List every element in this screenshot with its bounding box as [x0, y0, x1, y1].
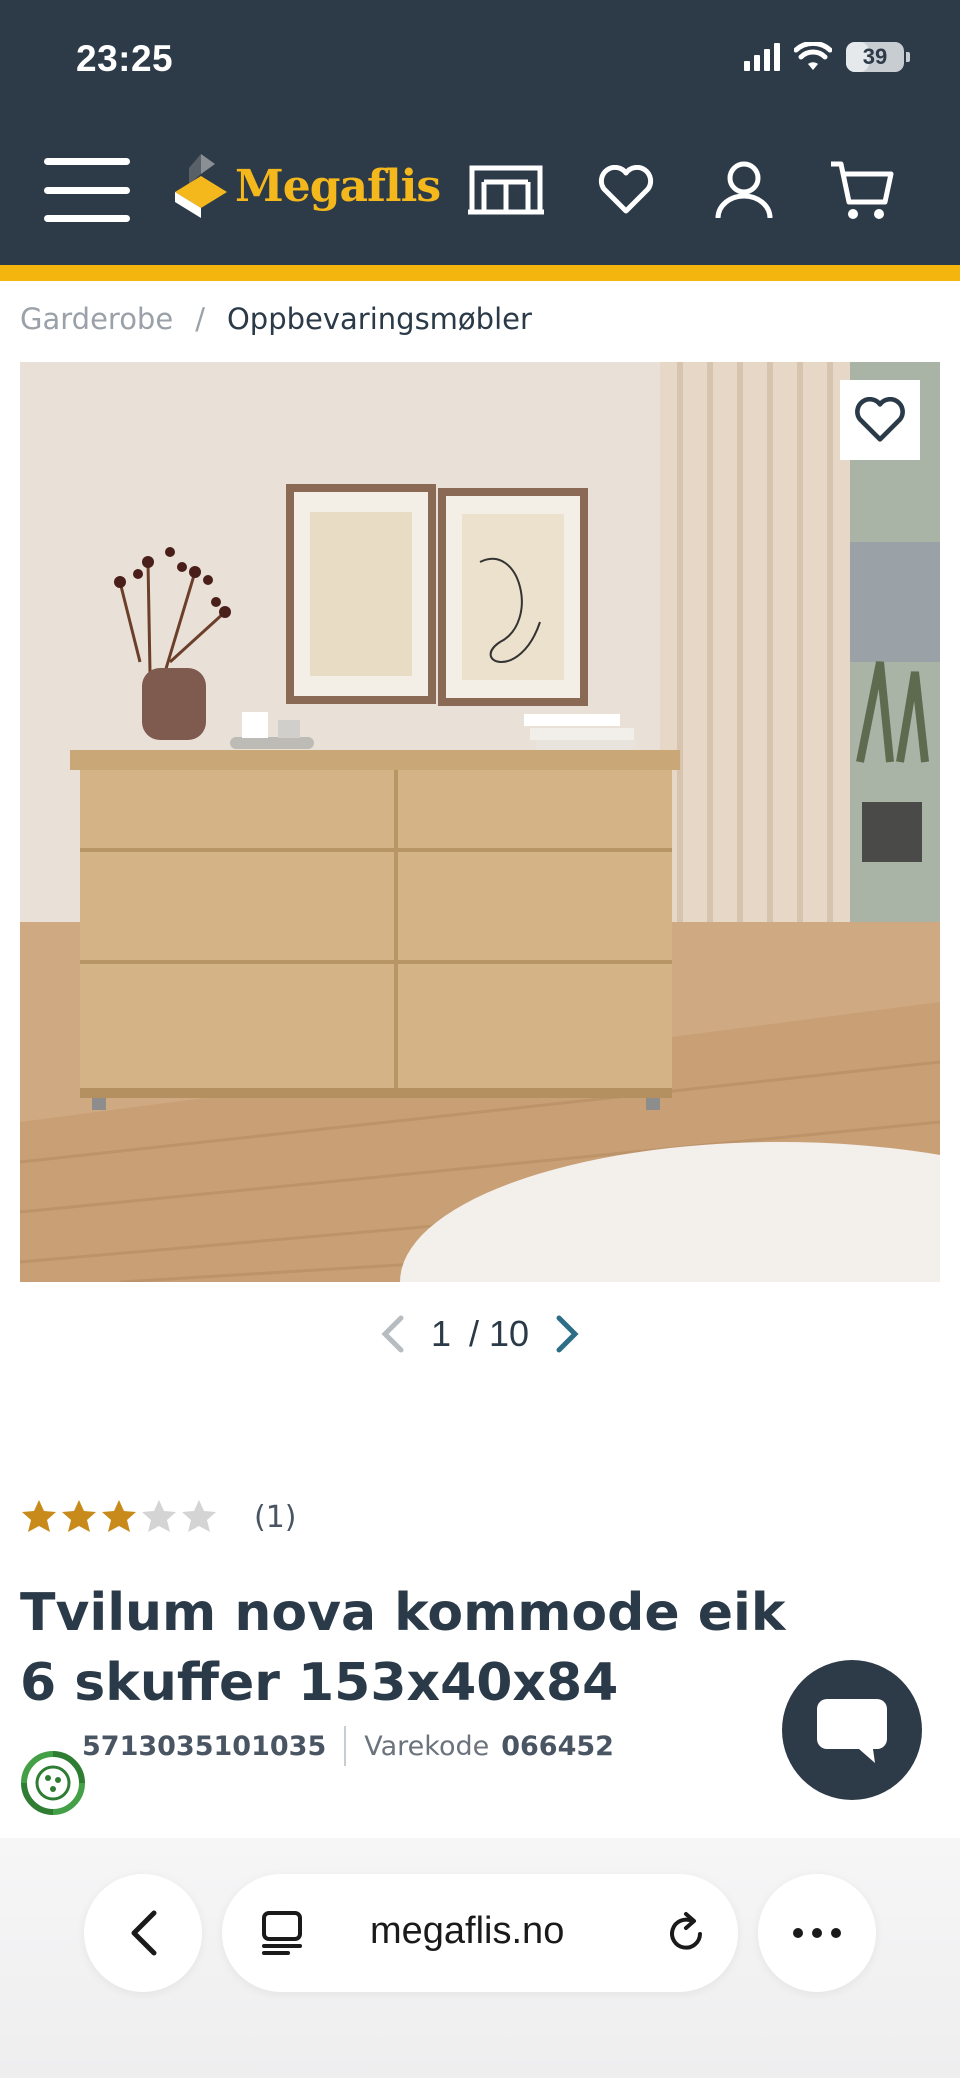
reload-icon[interactable] [662, 1910, 710, 1958]
heart-icon[interactable] [586, 154, 666, 226]
product-codes: 5713035101035 Varekode 066452 [20, 1726, 614, 1766]
breadcrumb-item-garderobe[interactable]: Garderobe [20, 302, 173, 336]
battery-icon: 39 [846, 42, 904, 72]
accent-stripe [0, 265, 960, 281]
star-filled-icon [102, 1500, 136, 1532]
browser-toolbar: megaflis.no [0, 1838, 960, 2078]
user-icon[interactable] [704, 154, 784, 226]
ean-code: 5713035101035 [82, 1730, 327, 1762]
product-rating[interactable]: (1) [20, 1498, 297, 1536]
chevron-right-icon[interactable] [547, 1310, 587, 1358]
back-chevron-icon[interactable] [84, 1874, 202, 1992]
heart-icon [855, 397, 905, 442]
wifi-icon [794, 42, 832, 70]
product-photo [20, 362, 940, 1282]
code-divider [344, 1726, 347, 1766]
item-code: 066452 [501, 1730, 614, 1762]
image-pager: 1 / 10 [0, 1310, 960, 1358]
url-text[interactable]: megaflis.no [370, 1910, 564, 1953]
site-header: 23:25 39 Megaflis [0, 0, 960, 265]
chat-bubble-icon [817, 1699, 887, 1763]
star-filled-icon [22, 1500, 56, 1532]
chevron-left-icon[interactable] [373, 1310, 413, 1358]
main-nav: Megaflis [0, 140, 960, 240]
logo[interactable]: Megaflis [175, 154, 441, 218]
status-icons: 39 [744, 42, 910, 72]
logo-text: Megaflis [235, 160, 441, 212]
pager-separator: / [468, 1313, 479, 1354]
rating-stars [20, 1498, 220, 1536]
star-empty-icon [182, 1500, 216, 1532]
eco-recycle-badge-icon[interactable] [18, 1748, 88, 1818]
star-filled-icon [62, 1500, 96, 1532]
product-image[interactable] [20, 362, 940, 1282]
more-dots-icon[interactable] [758, 1874, 876, 1992]
logo-mark-icon [175, 154, 227, 218]
tabs-icon[interactable] [258, 1910, 306, 1956]
address-bar[interactable]: megaflis.no [222, 1874, 738, 1992]
battery-level: 39 [862, 44, 888, 69]
add-to-wishlist-button[interactable] [840, 380, 920, 460]
pager-current: 1 [430, 1313, 451, 1354]
status-time: 23:25 [76, 38, 174, 79]
pager-total: 10 [489, 1313, 530, 1354]
cellular-signal-icon [744, 43, 780, 71]
showroom-store-icon[interactable] [466, 154, 546, 226]
star-empty-icon [142, 1500, 176, 1532]
item-code-label: Varekode [364, 1730, 490, 1762]
product-title: Tvilum nova kommode eik 6 skuffer 153x40… [20, 1583, 786, 1713]
chat-button[interactable] [782, 1660, 922, 1800]
breadcrumb: Garderobe / Oppbevaringsmøbler [20, 302, 532, 336]
breadcrumb-item-current[interactable]: Oppbevaringsmøbler [227, 302, 532, 336]
breadcrumb-separator: / [195, 302, 205, 336]
rating-count[interactable]: (1) [254, 1500, 297, 1535]
menu-icon[interactable] [44, 158, 130, 222]
cart-icon[interactable] [822, 154, 902, 226]
